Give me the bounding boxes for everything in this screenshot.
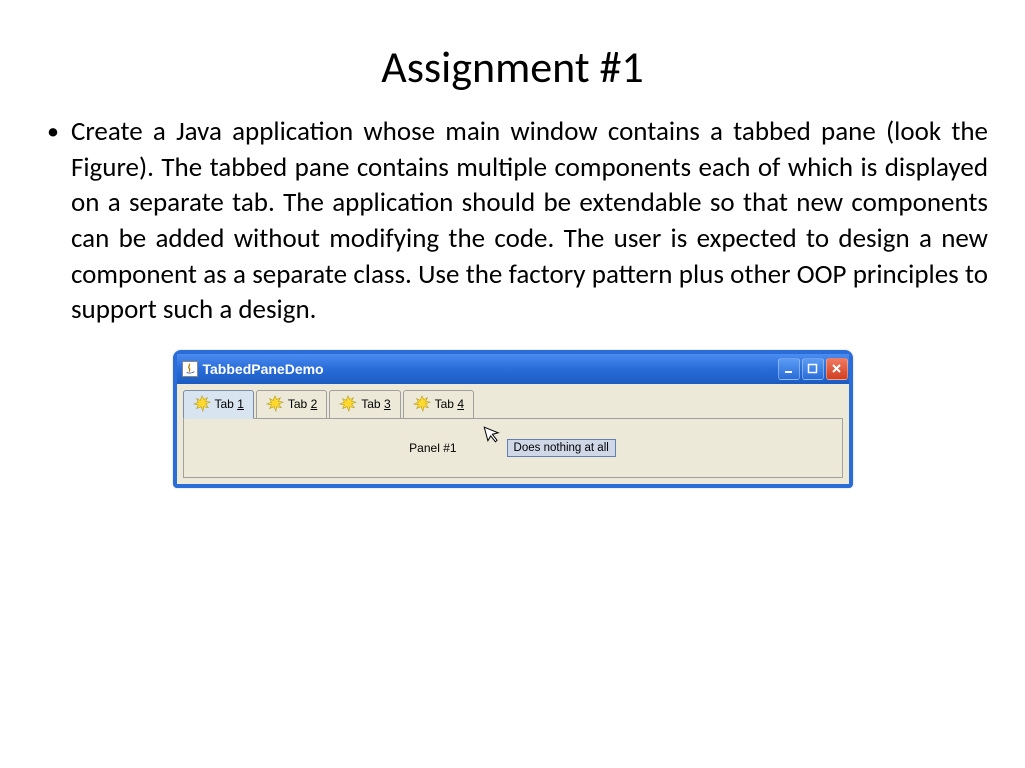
tab-label: Tab 2 (288, 397, 317, 411)
tab-strip: Tab 1 Tab 2 Tab 3 (183, 390, 843, 418)
tooltip: Does nothing at all (507, 439, 616, 457)
titlebar[interactable]: TabbedPaneDemo (177, 354, 849, 384)
maximize-button[interactable] (802, 358, 824, 380)
window-controls (778, 358, 848, 380)
burst-icon (413, 395, 431, 413)
close-button[interactable] (826, 358, 848, 380)
cursor-icon (483, 422, 505, 450)
window-client-area: Tab 1 Tab 2 Tab 3 (177, 384, 849, 484)
minimize-button[interactable] (778, 358, 800, 380)
burst-icon (339, 395, 357, 413)
bullet-marker: • (35, 114, 71, 150)
bullet-item: • Create a Java application whose main w… (35, 114, 990, 328)
figure: TabbedPaneDemo Tab 1 (173, 350, 853, 488)
tab-3[interactable]: Tab 3 (329, 390, 400, 418)
java-app-icon (182, 361, 198, 377)
bullet-text: Create a Java application whose main win… (71, 114, 990, 328)
window-title: TabbedPaneDemo (203, 361, 778, 377)
slide-title: Assignment #1 (35, 40, 990, 94)
tab-1[interactable]: Tab 1 (183, 390, 254, 419)
panel-label: Panel #1 (409, 441, 456, 455)
tab-4[interactable]: Tab 4 (403, 390, 474, 418)
tab-label: Tab 4 (435, 397, 464, 411)
burst-icon (193, 395, 211, 413)
tab-label: Tab 3 (361, 397, 390, 411)
burst-icon (266, 395, 284, 413)
tab-content-panel: Panel #1 Does nothing at all (183, 418, 843, 478)
tab-label: Tab 1 (215, 397, 244, 411)
window: TabbedPaneDemo Tab 1 (173, 350, 853, 488)
tab-2[interactable]: Tab 2 (256, 390, 327, 418)
